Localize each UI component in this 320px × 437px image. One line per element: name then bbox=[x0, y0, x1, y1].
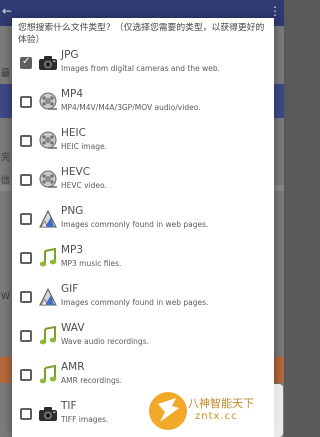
checkbox[interactable] bbox=[20, 135, 32, 147]
checkmark-icon: ✓ bbox=[22, 56, 31, 67]
file-type-description: MP4/M4V/M4A/3GP/MOV audio/video. bbox=[61, 103, 201, 112]
file-type-item-wav[interactable]: WAV Wave audio recordings. bbox=[12, 319, 274, 357]
file-type-label: WAV bbox=[61, 322, 85, 334]
file-type-description: HEIC image. bbox=[61, 142, 107, 151]
checkbox[interactable] bbox=[20, 408, 32, 420]
drawing-icon bbox=[37, 286, 59, 308]
file-type-item-heic[interactable]: HEIC HEIC image. bbox=[12, 124, 274, 162]
file-type-description: AMR recordings. bbox=[61, 376, 123, 385]
background-text: 完 bbox=[1, 153, 11, 163]
watermark-text: 八神智能天下 bbox=[188, 397, 254, 410]
file-type-dialog: 您想搜索什么文件类型？（仅选择您需要的类型，以获得更好的体验） ✓ JPG Imag… bbox=[12, 18, 274, 437]
file-type-item-gif[interactable]: GIF Images commonly found in web pages. bbox=[12, 280, 274, 318]
file-type-label: MP3 bbox=[61, 244, 84, 256]
back-arrow-icon: ← bbox=[2, 4, 13, 18]
file-type-description: Images from digital cameras and the web. bbox=[61, 64, 221, 73]
checkbox[interactable] bbox=[20, 291, 32, 303]
film-reel-icon bbox=[37, 130, 59, 152]
film-reel-icon bbox=[37, 91, 59, 113]
file-type-label: MP4 bbox=[61, 88, 84, 100]
file-type-item-png[interactable]: PNG Images commonly found in web pages. bbox=[12, 202, 274, 240]
camera-icon bbox=[37, 52, 59, 74]
file-type-label: AMR bbox=[61, 361, 85, 373]
more-options-icon: ⋮ bbox=[269, 4, 281, 18]
checkbox[interactable] bbox=[20, 252, 32, 264]
file-type-label: GIF bbox=[61, 283, 79, 295]
camera-icon bbox=[37, 403, 59, 425]
background-text: 信 bbox=[1, 176, 11, 186]
checkbox[interactable] bbox=[20, 213, 32, 225]
background-text: W bbox=[1, 292, 10, 302]
checkbox[interactable] bbox=[20, 96, 32, 108]
file-type-label: HEIC bbox=[61, 127, 86, 139]
file-type-label: TIF bbox=[61, 400, 77, 412]
checkbox[interactable] bbox=[20, 330, 32, 342]
drawing-icon bbox=[37, 208, 59, 230]
file-type-label: PNG bbox=[61, 205, 84, 217]
film-reel-icon bbox=[37, 169, 59, 191]
file-type-item-mp4[interactable]: MP4 MP4/M4V/M4A/3GP/MOV audio/video. bbox=[12, 85, 274, 123]
watermark: 八神智能天下 zntx.cc bbox=[146, 384, 283, 437]
file-type-item-hevc[interactable]: HEVC HEVC video. bbox=[12, 163, 274, 201]
checkbox[interactable] bbox=[20, 174, 32, 186]
file-type-description: Images commonly found in web pages. bbox=[61, 220, 209, 229]
file-type-item-jpg[interactable]: ✓ JPG Images from digital cameras and the … bbox=[12, 46, 274, 84]
file-type-description: Wave audio recordings. bbox=[61, 337, 149, 346]
file-type-description: HEVC video. bbox=[61, 181, 107, 190]
checkbox[interactable]: ✓ bbox=[20, 56, 32, 69]
file-type-label: HEVC bbox=[61, 166, 91, 178]
checkbox[interactable] bbox=[20, 369, 32, 381]
dialog-title: 您想搜索什么文件类型？（仅选择您需要的类型，以获得更好的体验） bbox=[18, 23, 265, 45]
music-note-icon bbox=[37, 325, 59, 347]
music-note-icon bbox=[37, 364, 59, 386]
file-type-description: Images commonly found in web pages. bbox=[61, 298, 209, 307]
file-type-item-mp3[interactable]: MP3 MP3 music files. bbox=[12, 241, 274, 279]
background-text: 最 bbox=[1, 69, 11, 79]
file-type-description: MP3 music files. bbox=[61, 259, 122, 268]
file-type-description: TIFF images. bbox=[61, 415, 109, 424]
music-note-icon bbox=[37, 247, 59, 269]
watermark-url: zntx.cc bbox=[195, 411, 238, 422]
file-type-label: JPG bbox=[61, 49, 79, 61]
